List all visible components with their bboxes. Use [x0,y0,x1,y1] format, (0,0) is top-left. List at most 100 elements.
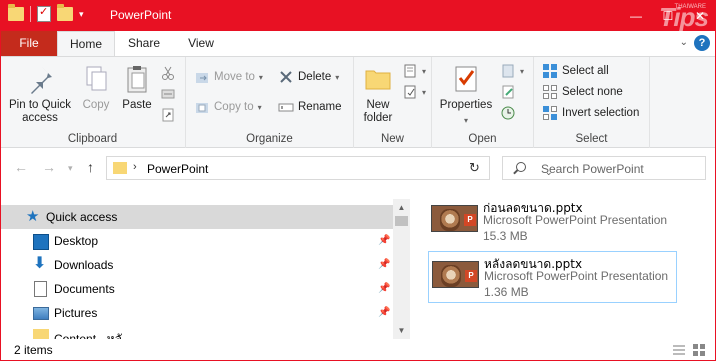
file-type: Microsoft PowerPoint Presentation [484,269,669,283]
powerpoint-icon: P [464,214,476,226]
pin-icon [24,63,56,95]
new-item-button[interactable]: ▾ [402,61,426,81]
chevron-down-icon: ▾ [422,87,427,97]
recent-locations-chevron-icon[interactable]: ▾ [68,163,73,174]
pin-icon[interactable]: 📌 [378,259,390,270]
sidebar-item-quick-access[interactable]: ★ Quick access [0,205,393,229]
customize-toolbar-dropdown[interactable]: ▾ [79,9,84,20]
copy-path-button[interactable] [160,84,176,104]
paste-button[interactable]: Paste [118,63,156,112]
invert-selection-label: Invert selection [562,107,640,119]
delete-x-icon [278,69,294,85]
new-label: New [380,133,404,145]
ribbon: Pin to Quick access Copy Paste Clipboard [0,56,716,148]
search-input[interactable]: Search PowerPoint [502,156,706,180]
help-icon[interactable]: ? [694,35,710,51]
sidebar-item-pictures[interactable]: Pictures 📌 [0,301,393,325]
folder-icon[interactable] [8,4,24,21]
pin-icon[interactable]: 📌 [378,307,390,318]
organize-label: Organize [246,133,293,145]
chevron-down-icon[interactable]: ⌄ [680,37,688,48]
toolbar-divider [30,6,31,22]
tab-home[interactable]: Home [57,31,115,57]
close-button[interactable]: ✕ [684,0,716,31]
pin-icon[interactable]: 📌 [378,283,390,294]
select-all-button[interactable]: Select all [542,61,609,81]
sidebar-item-content[interactable]: Content - หลั [0,325,393,339]
properties-icon [450,63,482,95]
copy-button[interactable]: Copy [76,63,116,112]
rename-button[interactable]: Rename [278,97,341,117]
delete-button[interactable]: Delete ▾ [278,67,339,87]
scroll-up-icon[interactable]: ▲ [393,199,410,216]
sidebar-item-downloads[interactable]: ⬇ Downloads 📌 [0,253,393,277]
chevron-down-icon: ▾ [258,72,263,82]
select-all-icon [542,63,558,79]
new-folder-button[interactable]: New folder [358,63,398,125]
document-icon [34,281,47,297]
invert-selection-icon [542,105,558,121]
clipboard-label: Clipboard [67,133,118,145]
open-icon [500,63,516,79]
paste-icon [121,63,153,95]
file-type: Microsoft PowerPoint Presentation [483,213,668,227]
new-folder-icon[interactable] [57,4,73,21]
open-label: Open [468,133,497,145]
scrollbar-thumb[interactable] [395,216,408,226]
tab-view[interactable]: View [173,31,229,56]
thumbnail-image [440,209,460,231]
delete-label: Delete [298,71,332,83]
cut-button[interactable] [160,63,176,83]
organize-group: Move to ▾ Copy to ▾ Delete ▾ Rename Orga… [186,57,354,148]
paste-shortcut-icon [160,107,176,123]
folder-icon [33,329,49,339]
item-count: 2 items [14,343,53,357]
rename-label: Rename [298,101,342,113]
easy-access-button[interactable]: ▾ [402,82,426,102]
select-none-button[interactable]: Select none [542,82,623,102]
easy-access-icon [402,84,418,100]
pin-to-quick-access-button[interactable]: Pin to Quick access [6,63,74,125]
minimize-button[interactable]: — [620,0,652,31]
clipboard-group: Pin to Quick access Copy Paste Clipboard [0,57,186,148]
copy-to-icon [194,99,210,115]
address-bar[interactable]: › PowerPoint ⌄ [106,156,553,180]
large-icons-view-icon[interactable] [692,343,706,357]
edit-button[interactable] [500,82,516,102]
properties-icon[interactable] [37,5,51,22]
tab-file[interactable]: File [1,31,57,56]
tab-share[interactable]: Share [115,31,173,56]
up-arrow-icon[interactable]: ↑ [87,159,94,175]
pin-icon[interactable]: 📌 [378,235,390,246]
window-controls: — ☐ ✕ [620,0,716,31]
details-view-icon[interactable] [672,343,686,357]
file-item[interactable]: P ก่อนลดขนาด.pptx Microsoft PowerPoint P… [428,196,677,248]
move-to-button[interactable]: Move to ▾ [194,67,263,87]
copy-to-label: Copy to [214,101,254,113]
maximize-button[interactable]: ☐ [652,0,684,31]
scroll-down-icon[interactable]: ▼ [393,322,410,339]
address-row: ← → ▾ ↑ › PowerPoint ⌄ ↻ Search PowerPoi… [0,149,716,187]
paste-shortcut-button[interactable] [160,105,176,125]
navigation-pane: ★ Quick access Desktop 📌 ⬇ Downloads 📌 D… [0,199,410,339]
open-button[interactable]: ▾ [500,61,524,81]
window-border [0,31,1,361]
sidebar-item-desktop[interactable]: Desktop 📌 [0,229,393,253]
sidebar-item-label: Pictures [54,306,98,320]
history-button[interactable] [500,103,516,123]
sidebar-item-documents[interactable]: Documents 📌 [0,277,393,301]
properties-button[interactable]: Properties ▾ [438,63,494,127]
address-path: PowerPoint [147,162,209,176]
file-item[interactable]: P หลังลดขนาด.pptx Microsoft PowerPoint P… [428,251,677,303]
copy-to-button[interactable]: Copy to ▾ [194,97,262,117]
history-icon [500,105,516,121]
quick-access-toolbar: ▾ [8,4,84,22]
back-arrow-icon[interactable]: ← [14,159,28,175]
invert-selection-button[interactable]: Invert selection [542,103,639,123]
forward-arrow-icon[interactable]: → [42,159,56,175]
nav-scrollbar[interactable]: ▲ ▼ [393,199,410,339]
copy-label: Copy [82,99,110,111]
search-icon [516,162,526,172]
refresh-button[interactable]: ↻ [460,156,490,180]
chevron-right-icon[interactable]: › [133,161,137,173]
